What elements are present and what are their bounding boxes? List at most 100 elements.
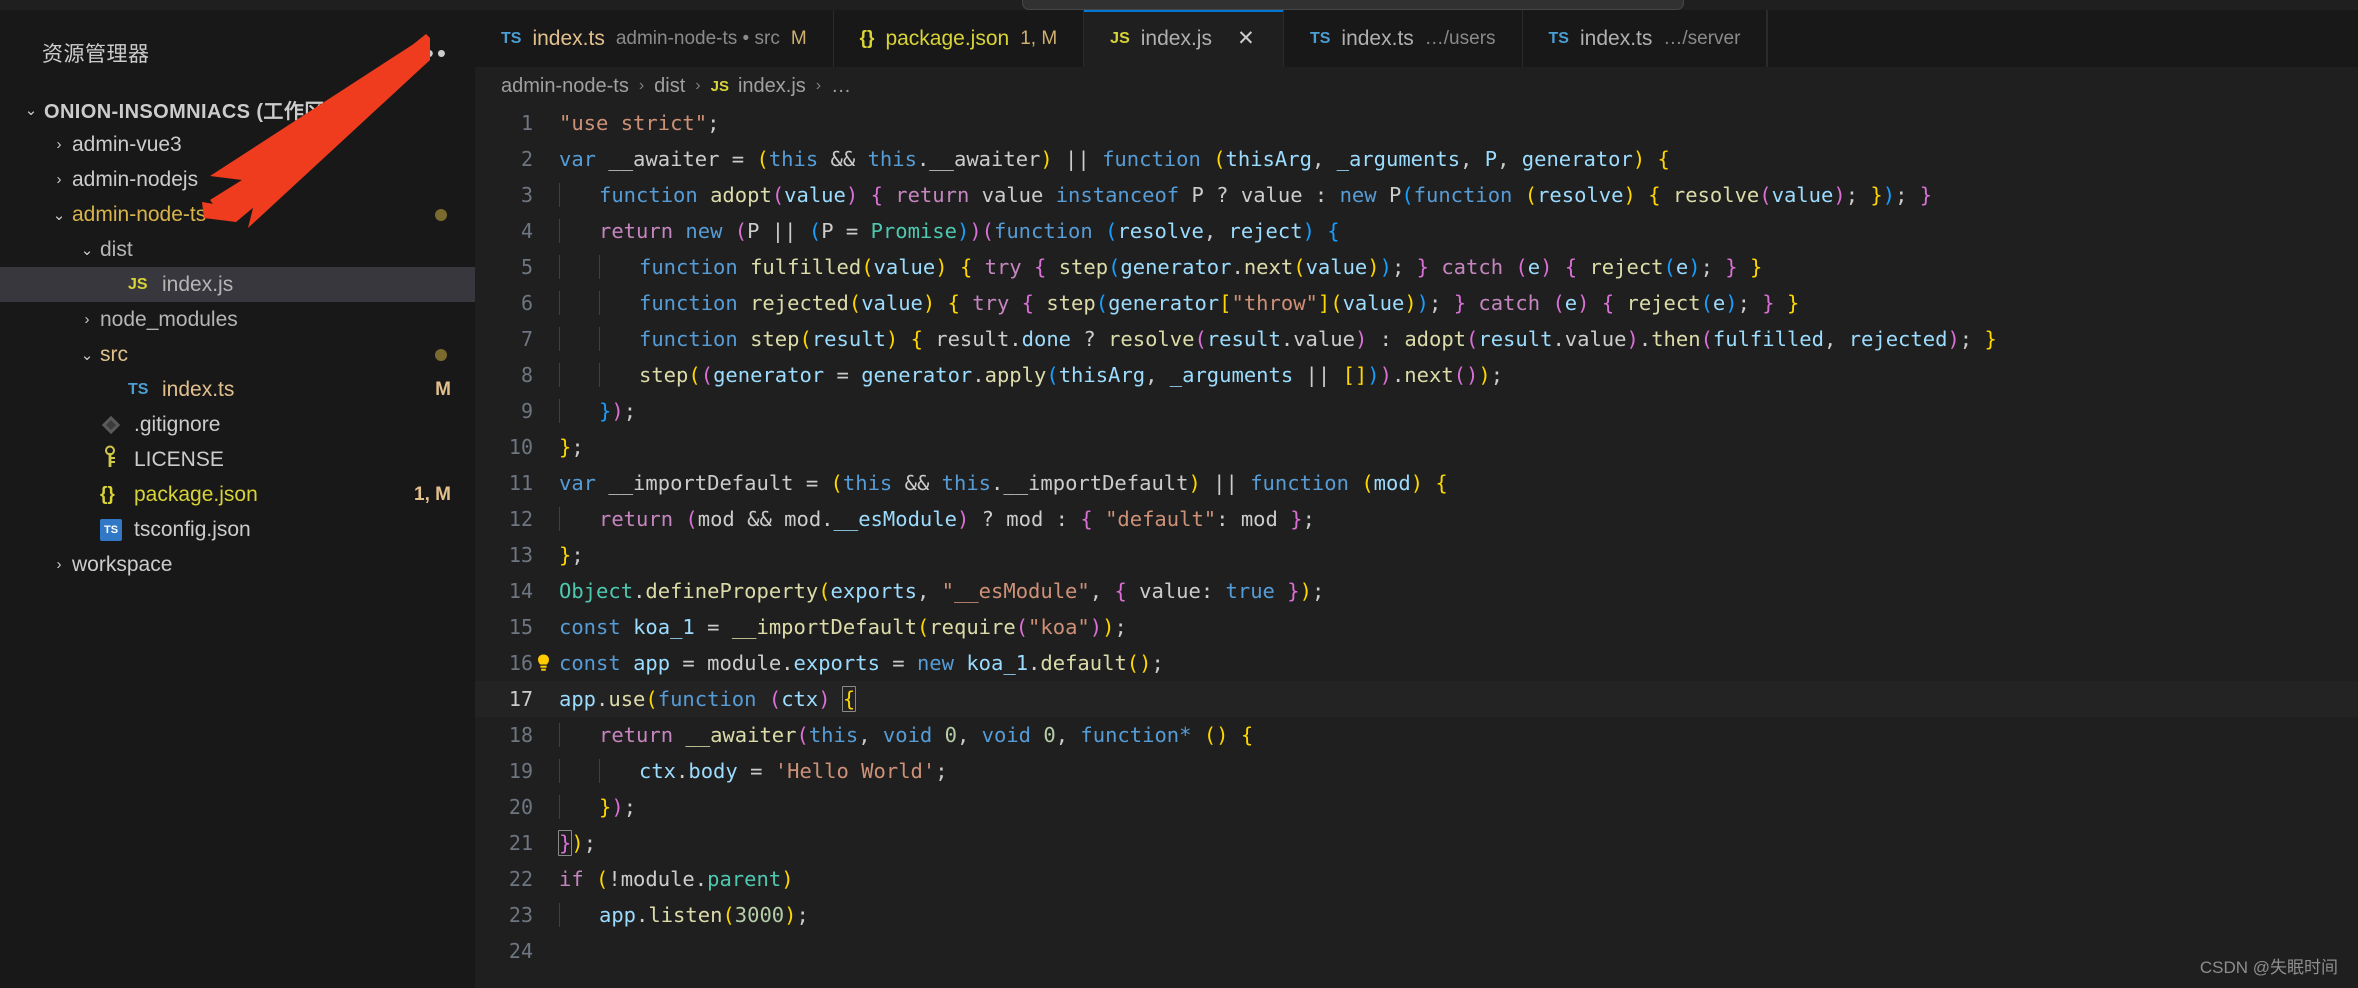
breadcrumb-item[interactable]: dist <box>654 75 685 98</box>
overview-ruler[interactable] <box>2344 105 2358 988</box>
tab-index-ts-admin-node-ts-src[interactable]: TS index.ts admin-node-ts • src M <box>475 10 834 67</box>
tree-item-label: package.json <box>134 482 258 506</box>
tree-item-label: .gitignore <box>134 412 221 436</box>
code-line[interactable]: 11 var __importDefault = (this && this.__… <box>475 465 2358 501</box>
lightbulb-icon[interactable] <box>535 654 552 673</box>
code-line[interactable]: 17 app.use(function (ctx) { <box>475 681 2358 717</box>
code-token: ( <box>722 903 735 927</box>
tree-item-src[interactable]: ⌄ src <box>0 337 475 372</box>
tab-package-json[interactable]: {} package.json 1, M <box>833 10 1085 67</box>
more-actions-icon[interactable]: ••• <box>413 40 449 66</box>
chevron-down-icon[interactable]: ⌄ <box>18 101 44 119</box>
code-line[interactable]: 24 <box>475 933 2358 969</box>
code-line[interactable]: 1 "use strict"; <box>475 105 2358 141</box>
tree-item-license[interactable]: LICENSE <box>0 442 475 477</box>
code-token: ) <box>922 291 936 315</box>
tree-item-workspace[interactable]: › workspace <box>0 547 475 582</box>
code-token: ) <box>1216 723 1229 747</box>
chevron-right-icon[interactable]: › <box>74 311 100 328</box>
chevron-down-icon[interactable]: ⌄ <box>46 206 72 224</box>
tree-item-package-json[interactable]: {} package.json 1, M <box>0 477 475 512</box>
code-line[interactable]: 9}); <box>475 393 2358 429</box>
tree-item-dist[interactable]: ⌄ dist <box>0 232 475 267</box>
chevron-down-icon[interactable]: ⌄ <box>74 241 100 259</box>
tree-item-admin-vue3[interactable]: › admin-vue3 <box>0 127 475 162</box>
code-text: }); <box>558 830 596 856</box>
code-token: "koa" <box>1028 615 1090 639</box>
code-line[interactable]: 18 return __awaiter(this, void 0, void 0,… <box>475 717 2358 753</box>
code-text: function fulfilled(value) { try { step(g… <box>559 255 1762 279</box>
typescript-file-icon: TS <box>1309 29 1331 47</box>
code-token: , <box>1145 363 1170 387</box>
tab-index-ts--users[interactable]: TS index.ts …/users <box>1283 10 1523 67</box>
tree-item-admin-nodejs[interactable]: › admin-nodejs <box>0 162 475 197</box>
tree-item-index-js[interactable]: JS index.js <box>0 267 475 302</box>
code-token: value <box>1342 291 1405 315</box>
breadcrumb-item[interactable]: admin-node-ts <box>501 75 629 98</box>
code-line[interactable]: 4 return new (P || (P = Promise))(functio… <box>475 213 2358 249</box>
command-center[interactable] <box>1022 0 1684 10</box>
tree-item-tsconfig-json[interactable]: TS tsconfig.json <box>0 512 475 547</box>
code-token: this <box>867 147 917 171</box>
code-token: } <box>1725 255 1738 279</box>
code-line[interactable]: 8 step((generator = generator.apply(thisA… <box>475 357 2358 393</box>
breadcrumb-item[interactable]: … <box>831 75 851 98</box>
code-token: defineProperty <box>645 579 819 603</box>
code-line[interactable]: 10}; <box>475 429 2358 465</box>
code-line[interactable]: 5 function fulfilled(value) { try { step(… <box>475 249 2358 285</box>
tree-item-admin-node-ts[interactable]: ⌄ admin-node-ts <box>0 197 475 232</box>
code-line[interactable]: 21}); <box>475 825 2358 861</box>
code-token: , <box>1460 147 1485 171</box>
code-token: new <box>916 651 967 675</box>
code-token: ) <box>1577 291 1590 315</box>
chevron-right-icon[interactable]: › <box>46 556 72 573</box>
code-line[interactable]: 13}; <box>475 537 2358 573</box>
code-editor[interactable]: 1 "use strict"; 2 var __awaiter = (this && … <box>475 105 2358 988</box>
line-number: 2 <box>520 147 533 171</box>
close-icon[interactable]: ✕ <box>1235 26 1257 51</box>
chevron-down-icon[interactable]: ⌄ <box>74 346 100 364</box>
code-line[interactable]: 15 const koa_1 = __importDefault(require(… <box>475 609 2358 645</box>
code-line[interactable]: 2 var __awaiter = (this && this.__awaiter… <box>475 141 2358 177</box>
breadcrumb-item[interactable]: JS index.js <box>711 75 806 98</box>
tree-item-index-ts[interactable]: TS index.ts M <box>0 372 475 407</box>
code-line[interactable]: 14 Object.defineProperty(exports, "__esMo… <box>475 573 2358 609</box>
tab-index-js[interactable]: JS index.js ✕ <box>1084 10 1284 67</box>
code-token: ) <box>1367 255 1380 279</box>
tree-item-label: workspace <box>72 552 173 576</box>
code-line[interactable]: 23 app.listen(3000); <box>475 897 2358 933</box>
code-token: .__awaiter <box>916 147 1041 171</box>
code-token: ( <box>861 255 874 279</box>
tab-index-ts--server[interactable]: TS index.ts …/server <box>1522 10 1768 67</box>
code-token: P || <box>747 219 809 243</box>
code-line[interactable]: 7 function step(result) { result.done ? r… <box>475 321 2358 357</box>
chevron-right-icon[interactable]: › <box>46 171 72 188</box>
code-token: ( <box>981 219 994 243</box>
code-line[interactable]: 19 ctx.body = 'Hello World'; <box>475 753 2358 789</box>
code-token: ( <box>916 615 930 639</box>
tree-item-node-modules[interactable]: › node_modules <box>0 302 475 337</box>
tree-item--gitignore[interactable]: .gitignore <box>0 407 475 442</box>
code-lines[interactable]: 1 "use strict"; 2 var __awaiter = (this && … <box>475 105 2358 988</box>
code-text: return (mod && mod.__esModule) ? mod : {… <box>559 507 1315 531</box>
code-line[interactable]: 12 return (mod && mod.__esModule) ? mod :… <box>475 501 2358 537</box>
code-token: result <box>1478 327 1553 351</box>
code-token: value <box>981 183 1056 207</box>
workspace-root-row[interactable]: ⌄ ONION-INSOMNIACS (工作区) <box>0 92 475 127</box>
code-token: catch <box>1441 255 1504 279</box>
tree-item-label: admin-nodejs <box>72 167 199 191</box>
code-line[interactable]: 22 if (!module.parent) <box>475 861 2358 897</box>
code-line[interactable]: 3 function adopt(value) { return value in… <box>475 177 2358 213</box>
chevron-right-icon[interactable]: › <box>46 136 72 153</box>
line-number: 5 <box>520 255 533 279</box>
code-line[interactable]: 16 const app = module.exports = new koa_1… <box>475 645 2358 681</box>
indent-guide <box>559 723 560 747</box>
code-token: { <box>1648 183 1661 207</box>
code-line[interactable]: 20}); <box>475 789 2358 825</box>
code-line[interactable]: 6 function rejected(value) { try { step(g… <box>475 285 2358 321</box>
